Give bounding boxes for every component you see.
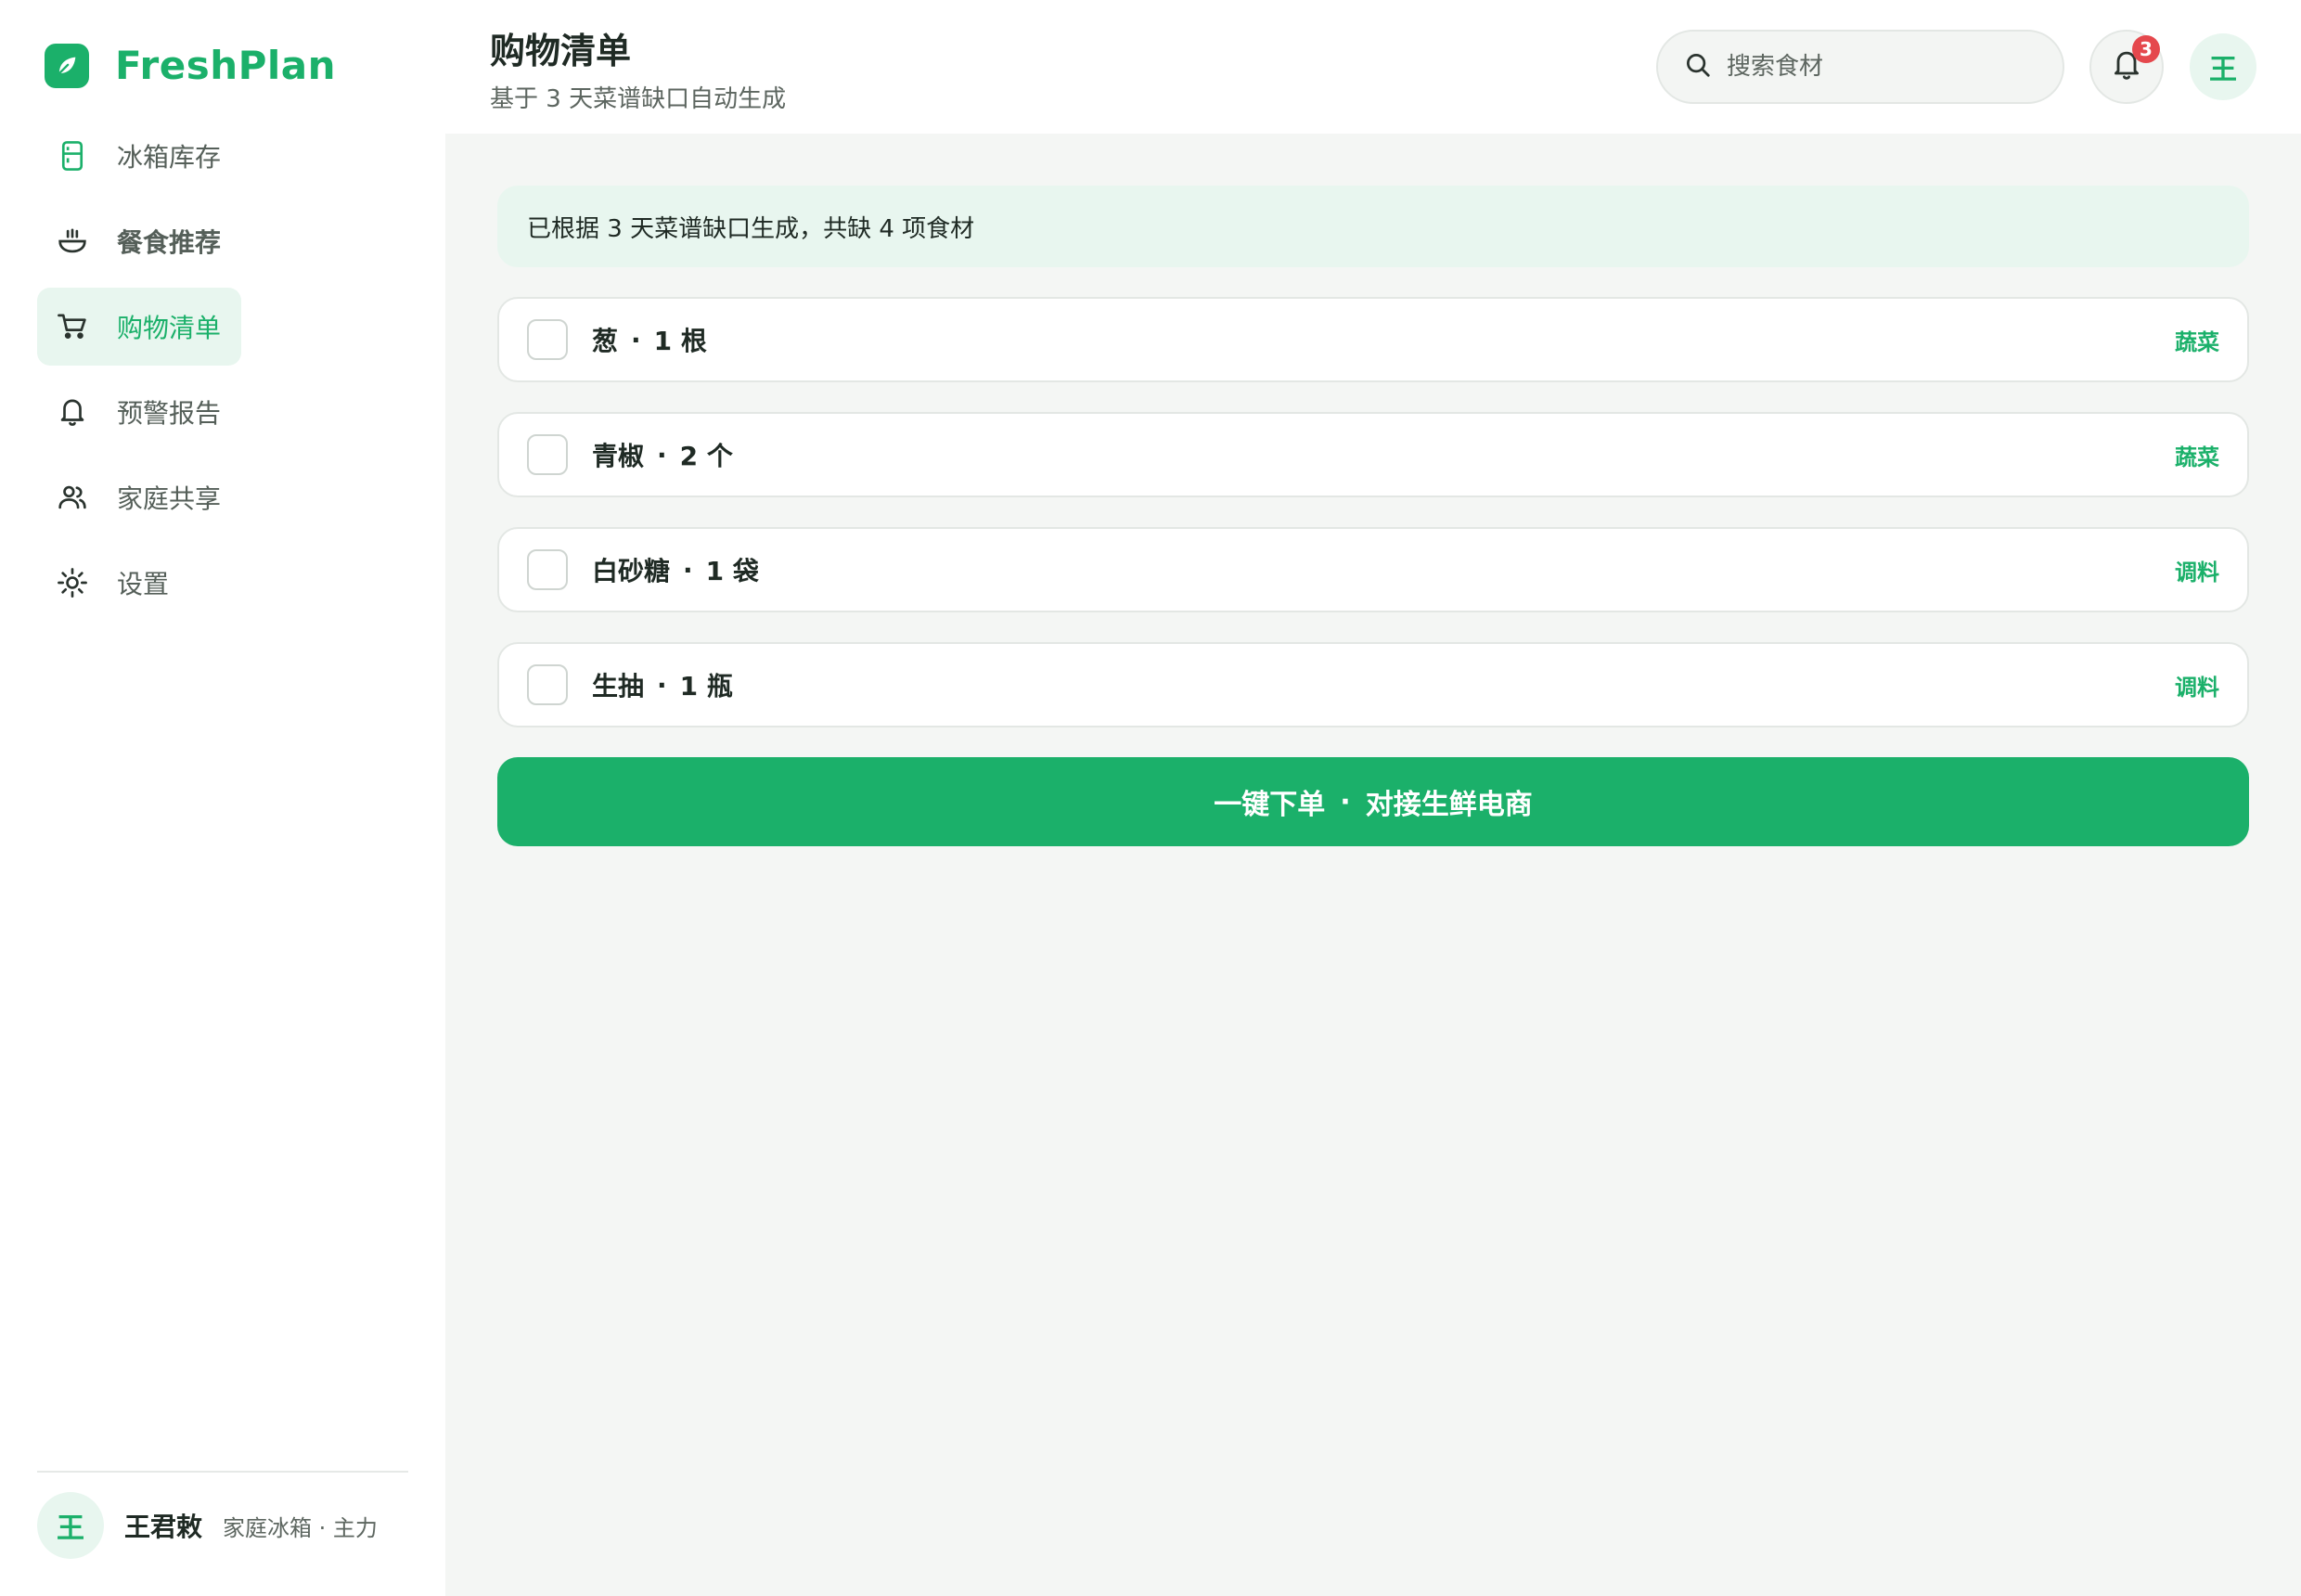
item-checkbox[interactable] [527,549,568,590]
order-button-separator: · [1340,785,1351,818]
sidebar-item-label: 冰箱库存 [117,142,222,173]
item-category: 蔬菜 [2175,444,2219,470]
main-content: 已根据 3 天菜谱缺口生成，共缺 4 项食材 葱 · 1 根 蔬菜 青椒 · 2… [445,134,2301,1596]
item-quantity: 1 袋 [705,556,759,586]
item-category: 调料 [2175,559,2219,586]
sidebar-divider [37,1471,408,1473]
info-banner: 已根据 3 天菜谱缺口生成，共缺 4 项食材 [497,186,2249,267]
sidebar-item-alert-report[interactable]: 预警报告 [37,373,241,451]
item-category: 调料 [2175,674,2219,701]
leaf-icon [45,43,89,88]
fridge-icon [56,139,89,173]
app-name: FreshPlan [115,43,337,88]
notification-button[interactable]: 3 [2089,30,2164,104]
order-button-sublabel: 对接生鲜电商 [1365,789,1533,821]
sidebar-item-label: 预警报告 [117,398,222,429]
item-checkbox[interactable] [527,434,568,475]
item-checkbox[interactable] [527,319,568,360]
top-header: 购物清单 基于 3 天菜谱缺口自动生成 3 王 [445,0,2301,134]
list-item[interactable]: 生抽 · 1 瓶 调料 [497,642,2249,727]
item-quantity: 1 根 [653,326,707,356]
list-item[interactable]: 白砂糖 · 1 袋 调料 [497,527,2249,612]
sidebar-item-shopping-list[interactable]: 购物清单 [37,288,242,366]
sidebar-nav: 冰箱库存 餐食推荐 购物清单 预警报告 家庭共享 设置 [37,117,427,629]
one-click-order-button[interactable]: 一键下单 · 对接生鲜电商 [497,757,2249,846]
item-name: 葱 [592,326,619,356]
order-button-label: 一键下单 [1214,789,1326,821]
item-separator: · [631,324,641,355]
page-subtitle: 基于 3 天菜谱缺口自动生成 [490,85,787,113]
gear-icon [56,566,89,599]
item-separator: · [657,669,667,701]
app-logo[interactable]: FreshPlan [45,43,336,88]
current-user[interactable]: 王 王君敕 家庭冰箱 · 主力 [37,1492,378,1559]
sidebar-item-family-share[interactable]: 家庭共享 [37,458,241,536]
item-quantity: 1 瓶 [679,671,733,701]
sidebar: FreshPlan 冰箱库存 餐食推荐 购物清单 预警报告 家庭共享 设置 王 … [0,0,445,1596]
item-category: 蔬菜 [2175,328,2219,355]
search-input[interactable] [1727,53,2024,81]
page-title: 购物清单 [490,31,632,71]
shopping-list: 葱 · 1 根 蔬菜 青椒 · 2 个 蔬菜 白砂糖 · 1 袋 调料 生抽 ·… [497,297,2249,757]
item-quantity: 2 个 [679,441,733,471]
item-separator: · [657,439,667,470]
bowl-icon [56,225,89,258]
header-avatar[interactable]: 王 [2190,33,2256,100]
cart-icon [56,310,89,343]
sidebar-item-label: 餐食推荐 [117,227,222,258]
users-icon [56,481,89,514]
search-box[interactable] [1656,30,2064,104]
sidebar-item-meal-recommendation[interactable]: 餐食推荐 [37,202,241,280]
bell-icon [56,395,89,429]
user-role: 家庭冰箱 · 主力 [223,1514,378,1541]
avatar: 王 [37,1492,104,1559]
list-item[interactable]: 青椒 · 2 个 蔬菜 [497,412,2249,497]
item-checkbox[interactable] [527,664,568,705]
sidebar-item-label: 家庭共享 [117,483,222,514]
notification-badge: 3 [2132,35,2160,63]
item-name: 青椒 [592,441,645,471]
user-name: 王君敕 [124,1512,203,1542]
search-icon [1684,51,1712,83]
item-separator: · [683,554,693,586]
item-name: 白砂糖 [592,556,671,586]
item-name: 生抽 [592,671,645,701]
sidebar-item-label: 购物清单 [117,313,222,343]
sidebar-item-settings[interactable]: 设置 [37,544,189,622]
sidebar-item-fridge-inventory[interactable]: 冰箱库存 [37,117,241,195]
sidebar-item-label: 设置 [117,569,170,599]
list-item[interactable]: 葱 · 1 根 蔬菜 [497,297,2249,382]
